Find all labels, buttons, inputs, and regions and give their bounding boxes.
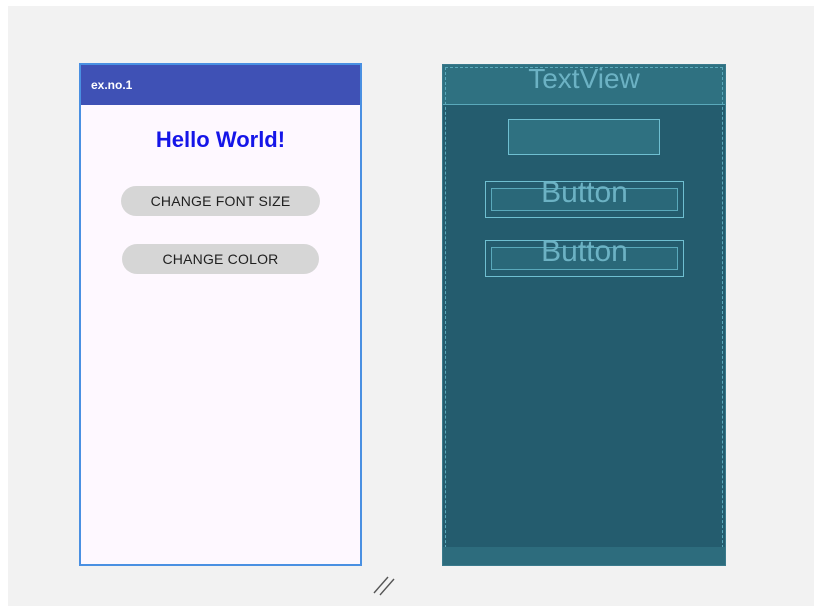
blueprint-bottom-bar xyxy=(443,547,725,565)
blueprint-button-label: Button xyxy=(541,235,628,268)
change-color-button[interactable]: CHANGE COLOR xyxy=(122,244,319,274)
blueprint-button-label: Button xyxy=(541,176,628,209)
app-bar: ex.no.1 xyxy=(81,65,360,105)
blueprint-hello-textview[interactable] xyxy=(508,119,660,155)
blueprint-preview[interactable]: TextView Button Button xyxy=(442,64,726,566)
change-font-size-button[interactable]: CHANGE FONT SIZE xyxy=(121,186,320,216)
blueprint-button-font-size[interactable]: Button xyxy=(485,176,684,218)
blueprint-button-color[interactable]: Button xyxy=(485,235,684,277)
hello-world-textview[interactable]: Hello World! xyxy=(81,127,360,153)
app-title: ex.no.1 xyxy=(91,78,133,92)
layout-editor-canvas: ex.no.1 Hello World! CHANGE FONT SIZE CH… xyxy=(8,6,814,606)
resize-handle-icon[interactable] xyxy=(370,571,398,599)
design-preview[interactable]: ex.no.1 Hello World! CHANGE FONT SIZE CH… xyxy=(79,63,362,566)
